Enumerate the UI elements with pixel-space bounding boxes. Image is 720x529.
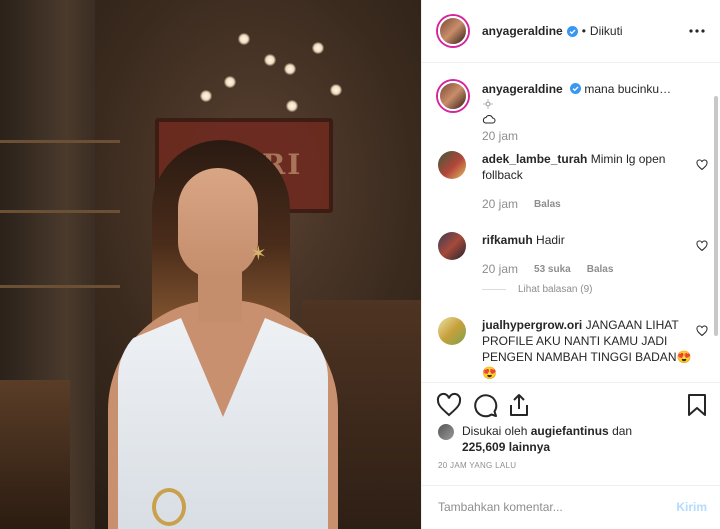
save-bookmark-icon[interactable] <box>684 392 710 418</box>
comment-avatar[interactable] <box>438 232 466 260</box>
comment-bubble-icon[interactable] <box>472 392 498 418</box>
caption-meta: 20 jam <box>482 129 518 143</box>
comment-avatar[interactable] <box>438 317 466 345</box>
background-shelf <box>0 285 120 288</box>
post-side-panel: anyageraldine • Diikuti anyageraldine ma… <box>421 0 720 529</box>
comment-time[interactable]: 20 jam <box>482 197 518 211</box>
caption-body: anyageraldine mana bucinku… <box>482 81 682 129</box>
post-timestamp[interactable]: 20 JAM YANG LALU <box>438 461 516 470</box>
comment-body: jualhypergrow.ori JANGAAN LIHAT PROFILE … <box>482 317 692 381</box>
comment-item: adek_lambe_turah Mimin lg open follback … <box>438 151 708 211</box>
bokeh-light <box>264 54 276 66</box>
background-shelf <box>0 140 120 143</box>
comment-meta: 20 jam Balas <box>482 197 561 211</box>
author-username[interactable]: anyageraldine <box>482 24 563 38</box>
comment-item: rifkamuh Hadir 20 jam 53 suka Balas Liha… <box>438 232 708 304</box>
view-replies-button[interactable]: Lihat balasan (9) <box>482 284 593 295</box>
likes-text: Disukai oleh augiefantinus dan 225,609 l… <box>462 423 652 455</box>
comment-time[interactable]: 20 jam <box>482 262 518 276</box>
comment-body: rifkamuh Hadir <box>482 232 682 248</box>
like-comment-heart-icon[interactable] <box>696 240 708 252</box>
share-icon[interactable] <box>506 392 532 418</box>
like-comment-heart-icon[interactable] <box>696 159 708 171</box>
comment-username[interactable]: rifkamuh <box>482 233 533 247</box>
follow-status-button[interactable]: Diikuti <box>590 24 623 38</box>
reply-button[interactable]: Balas <box>534 199 561 210</box>
action-bar <box>422 382 720 426</box>
like-comment-heart-icon[interactable] <box>696 325 708 337</box>
reply-button[interactable]: Balas <box>587 264 614 275</box>
bokeh-light <box>284 63 296 75</box>
caption-text: mana bucinku… <box>584 82 672 96</box>
comment-text: Hadir <box>536 233 565 247</box>
verified-badge-icon <box>566 25 578 37</box>
flower-emoji-icon <box>483 99 493 109</box>
bokeh-light <box>330 84 342 96</box>
verified-badge-icon <box>570 83 582 94</box>
bokeh-light <box>312 42 324 54</box>
background-shelf <box>0 210 120 213</box>
likes-joiner: dan <box>612 424 633 438</box>
background-chair <box>0 380 70 529</box>
caption-time[interactable]: 20 jam <box>482 129 518 143</box>
person-face <box>178 168 258 278</box>
comment-username[interactable]: jualhypergrow.ori <box>482 318 582 332</box>
post-comment-button[interactable]: Kirim <box>676 500 707 514</box>
bokeh-light <box>238 33 250 45</box>
instagram-post: OSARI ✶ anyageraldine • Diikuti <box>0 0 720 529</box>
caption: anyageraldine mana bucinku… 20 jam <box>438 81 708 153</box>
likes-count[interactable]: 225,609 <box>462 440 505 454</box>
liker-username[interactable]: augiefantinus <box>531 424 609 438</box>
comment-body: adek_lambe_turah Mimin lg open follback <box>482 151 682 183</box>
author-avatar[interactable] <box>438 16 468 46</box>
likes-suffix[interactable]: lainnya <box>509 440 550 454</box>
caption-username[interactable]: anyageraldine <box>482 82 563 96</box>
comment-item: jualhypergrow.ori JANGAAN LIHAT PROFILE … <box>438 317 708 381</box>
add-comment-input[interactable]: Tambahkan komentar... <box>438 500 563 514</box>
comment-like-count[interactable]: 53 suka <box>534 264 571 275</box>
cloud-emoji-icon <box>482 115 496 124</box>
dress-buckle <box>152 488 186 526</box>
header-separator: • <box>581 24 586 38</box>
like-heart-icon[interactable] <box>436 392 462 418</box>
bokeh-light <box>286 100 298 112</box>
more-options-icon[interactable] <box>685 19 709 43</box>
add-comment-bar: Tambahkan komentar... Kirim <box>422 485 720 529</box>
comments-scrollbar[interactable] <box>714 96 718 336</box>
comment-username[interactable]: adek_lambe_turah <box>482 152 587 166</box>
liker-avatar[interactable] <box>438 424 454 440</box>
caption-avatar[interactable] <box>438 81 468 111</box>
bokeh-light <box>200 90 212 102</box>
starfish-earring-icon: ✶ <box>250 241 267 265</box>
comments-list[interactable]: anyageraldine mana bucinku… 20 jam adek_… <box>422 63 720 381</box>
bokeh-light <box>224 76 236 88</box>
likes-prefix: Disukai oleh <box>462 424 528 438</box>
comment-avatar[interactable] <box>438 151 466 179</box>
post-photo[interactable]: OSARI ✶ <box>0 0 421 529</box>
view-replies-label: Lihat balasan (9) <box>518 284 593 295</box>
comment-meta: 20 jam 53 suka Balas <box>482 262 613 276</box>
view-replies-line <box>482 289 506 290</box>
post-header: anyageraldine • Diikuti <box>422 0 720 63</box>
